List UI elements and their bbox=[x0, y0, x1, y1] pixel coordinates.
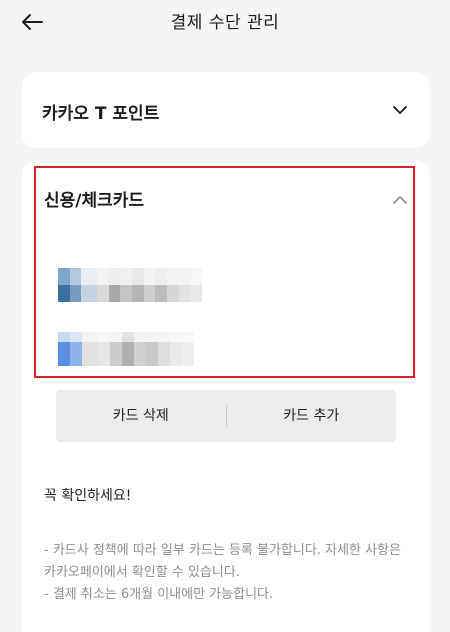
registered-card-2[interactable] bbox=[58, 332, 202, 366]
page-title: 결제 수단 관리 bbox=[170, 13, 280, 33]
kakao-point-card: 카카오 T 포인트 bbox=[22, 72, 430, 148]
chevron-up-icon[interactable] bbox=[392, 192, 408, 208]
card-action-bar: 카드 삭제 카드 추가 bbox=[56, 390, 396, 442]
delete-card-button[interactable]: 카드 삭제 bbox=[56, 390, 226, 442]
notice-title: 꼭 확인하세요! bbox=[44, 488, 132, 504]
header: 결제 수단 관리 bbox=[0, 0, 450, 44]
registered-card-1[interactable] bbox=[58, 268, 202, 302]
credit-card-section: 신용/체크카드 카드 삭제 카드 추가 꼭 확인하세요! - 카드사 정책에 따… bbox=[22, 160, 430, 632]
notice-text: - 카드사 정책에 따라 일부 카드는 등록 불가합니다. 자세한 사항은 카카… bbox=[44, 540, 414, 606]
card-logo-2 bbox=[58, 332, 70, 366]
kakao-point-toggle[interactable]: 카카오 T 포인트 bbox=[22, 72, 430, 148]
credit-card-label: 신용/체크카드 bbox=[44, 191, 145, 211]
card-logo-1 bbox=[58, 268, 70, 302]
notice-line-1: - 카드사 정책에 따라 일부 카드는 등록 불가합니다. 자세한 사항은 카카… bbox=[44, 543, 401, 580]
kakao-point-label: 카카오 T 포인트 bbox=[42, 104, 160, 124]
add-card-button[interactable]: 카드 추가 bbox=[227, 390, 397, 442]
chevron-down-icon bbox=[393, 106, 407, 114]
notice-line-2: - 결제 취소는 6개월 이내에만 가능합니다. bbox=[44, 587, 274, 602]
